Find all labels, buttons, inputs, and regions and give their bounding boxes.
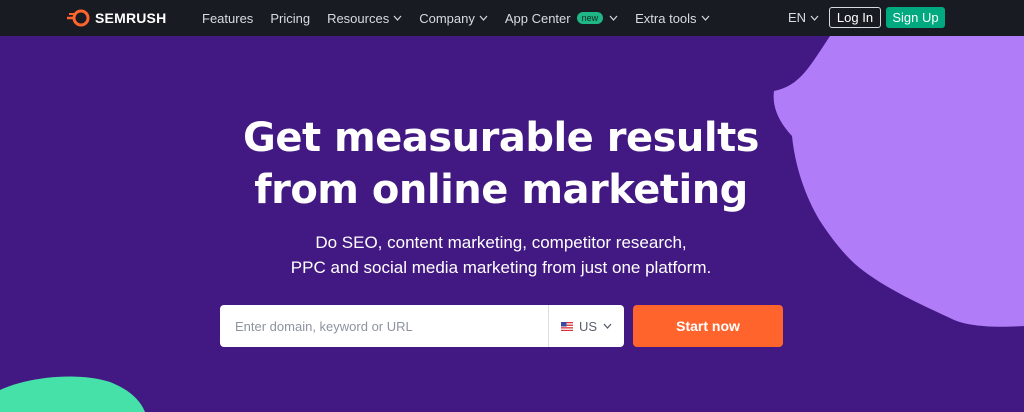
hero-subtitle-line: Do SEO, content marketing, competitor re… — [315, 233, 687, 252]
nav-item-label: Company — [419, 10, 475, 26]
hero-subtitle-line: PPC and social media marketing from just… — [290, 258, 712, 277]
nav-item-extra-tools[interactable]: Extra tools — [635, 11, 709, 26]
chevron-down-icon — [810, 15, 819, 21]
chevron-down-icon — [609, 15, 618, 21]
nav-item-features[interactable]: Features — [202, 11, 253, 26]
new-badge: new — [576, 12, 604, 24]
top-navigation: SEMRUSH Features Pricing Resources Compa… — [0, 0, 1024, 36]
hero-title: Get measurable results from online marke… — [0, 112, 1002, 216]
search-bar: US — [220, 305, 624, 347]
nav-item-resources[interactable]: Resources — [327, 11, 402, 26]
nav-item-app-center[interactable]: App Center new — [505, 11, 618, 26]
language-selector[interactable]: EN — [788, 10, 819, 25]
decorative-green-shape — [0, 376, 145, 412]
signup-button[interactable]: Sign Up — [886, 7, 945, 28]
semrush-logo-icon — [67, 9, 90, 27]
nav-item-company[interactable]: Company — [419, 11, 488, 26]
database-label: US — [578, 318, 598, 334]
hero-subtitle: Do SEO, content marketing, competitor re… — [0, 230, 1002, 280]
us-flag-icon — [560, 321, 573, 331]
nav-item-label: App Center — [504, 10, 571, 26]
nav-item-label: Pricing — [270, 10, 311, 26]
nav-item-label: Extra tools — [635, 10, 697, 26]
brand-name: SEMRUSH — [95, 10, 167, 26]
nav-item-label: Resources — [327, 10, 390, 26]
nav-menu: Features Pricing Resources Company App C… — [202, 0, 727, 36]
nav-item-pricing[interactable]: Pricing — [270, 11, 310, 26]
nav-item-label: Features — [202, 10, 254, 26]
login-button[interactable]: Log In — [829, 7, 881, 28]
hero-title-line: from online marketing — [254, 167, 748, 213]
chevron-down-icon — [479, 15, 488, 21]
hero-title-line: Get measurable results — [243, 115, 760, 161]
database-select[interactable]: US — [549, 305, 624, 347]
start-now-button[interactable]: Start now — [633, 305, 783, 347]
search-input[interactable] — [220, 305, 548, 347]
language-label: EN — [788, 10, 807, 25]
chevron-down-icon — [393, 15, 402, 21]
chevron-down-icon — [603, 323, 612, 329]
brand-logo[interactable]: SEMRUSH — [67, 9, 166, 27]
chevron-down-icon — [701, 15, 709, 21]
